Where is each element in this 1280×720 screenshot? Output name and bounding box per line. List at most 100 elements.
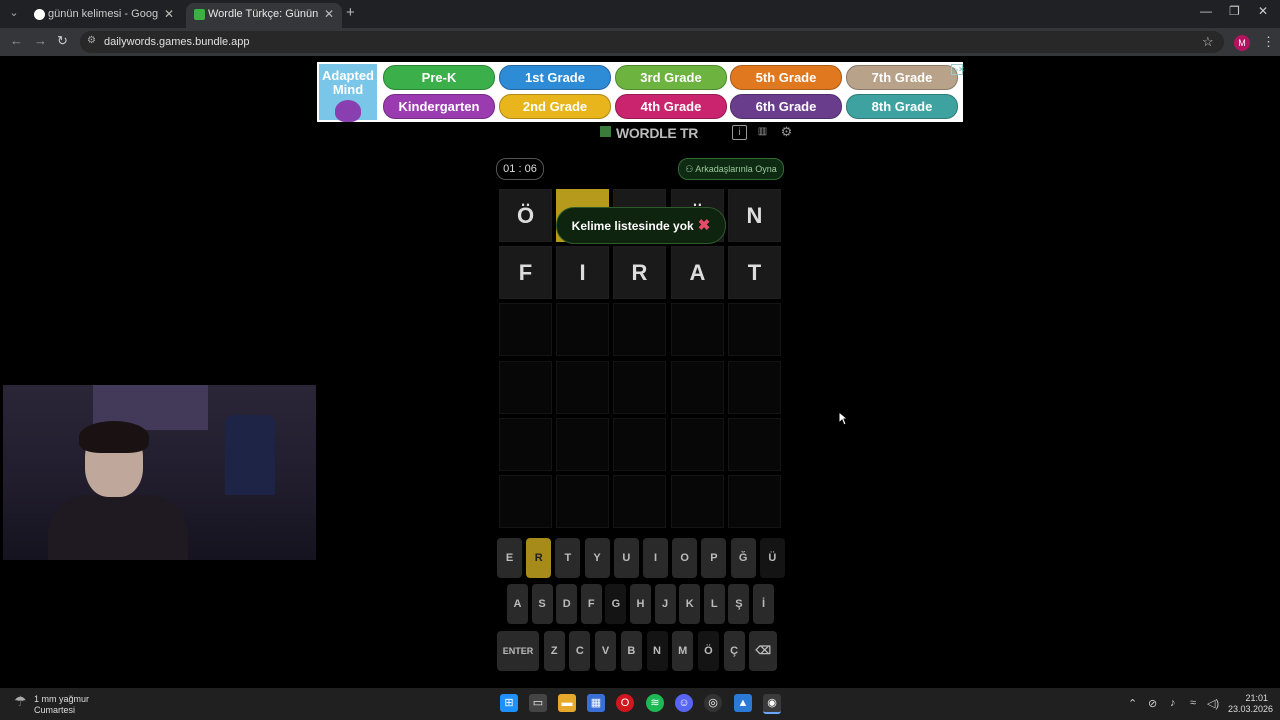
- letter-tile: [671, 475, 724, 528]
- letter-key[interactable]: O: [672, 538, 698, 578]
- letter-key[interactable]: U: [613, 538, 639, 578]
- tab-wordle[interactable]: Wordle Türkçe: Günün Kelimesi ✕: [186, 3, 342, 28]
- url-text[interactable]: dailywords.games.bundle.app: [104, 36, 250, 48]
- letter-key[interactable]: Z: [543, 631, 565, 671]
- webcam-hanging-shirt: [225, 415, 275, 495]
- grade-button[interactable]: 6th Grade: [730, 94, 842, 119]
- letter-key[interactable]: I: [643, 538, 668, 578]
- grade-button[interactable]: 2nd Grade: [499, 94, 611, 119]
- settings-gear-icon[interactable]: ⚙: [780, 125, 793, 138]
- letter-key[interactable]: H: [630, 584, 651, 624]
- file-explorer-icon[interactable]: ▬: [558, 694, 576, 712]
- grade-button[interactable]: Kindergarten: [383, 94, 495, 119]
- backspace-key[interactable]: ⌫: [749, 631, 778, 671]
- letter-key[interactable]: R: [526, 538, 552, 578]
- info-icon[interactable]: i: [732, 125, 747, 140]
- letter-key[interactable]: T: [555, 538, 581, 578]
- ad-logo-text: Adapted Mind: [322, 68, 374, 97]
- photos-icon[interactable]: ▲: [734, 694, 752, 712]
- letter-key[interactable]: F: [580, 584, 602, 624]
- grade-button[interactable]: 7th Grade: [846, 65, 958, 90]
- microsoft-store-icon[interactable]: ▦: [587, 694, 605, 712]
- address-bar[interactable]: [80, 31, 1224, 53]
- grade-button[interactable]: 1st Grade: [499, 65, 611, 90]
- letter-tile: [728, 303, 781, 356]
- letter-tile: [728, 418, 781, 471]
- letter-key[interactable]: E: [497, 538, 522, 578]
- letter-key[interactable]: Ş: [728, 584, 750, 624]
- grade-button[interactable]: Pre-K: [383, 65, 495, 90]
- close-tab-icon[interactable]: ✕: [164, 3, 174, 26]
- letter-key[interactable]: Ö: [697, 631, 719, 671]
- grade-button[interactable]: 3rd Grade: [615, 65, 727, 90]
- grade-button[interactable]: 5th Grade: [730, 65, 842, 90]
- site-info-icon[interactable]: ⚙: [87, 35, 97, 47]
- restore-icon[interactable]: ❐: [1229, 4, 1240, 18]
- system-clock[interactable]: 21:01 23.03.2026: [1228, 693, 1274, 715]
- letter-key[interactable]: M: [672, 631, 694, 671]
- steam-icon[interactable]: ◎: [704, 694, 722, 712]
- microphone-icon[interactable]: ♪: [1170, 697, 1176, 709]
- play-with-friends-button[interactable]: ⚇ Arkadaşlarınla Oyna: [678, 158, 784, 180]
- browser-menu-icon[interactable]: ⋮: [1262, 34, 1275, 50]
- ad-choices-icon[interactable]: ▷✕: [951, 64, 965, 75]
- grade-button[interactable]: 8th Grade: [846, 94, 958, 119]
- close-window-icon[interactable]: ✕: [1258, 4, 1268, 18]
- opera-icon[interactable]: O: [616, 694, 634, 712]
- windows-start-icon[interactable]: ⊞: [500, 694, 518, 712]
- weather-widget[interactable]: 1 mm yağmur Cumartesi: [34, 694, 89, 716]
- tab-search-icon[interactable]: ⌄: [6, 5, 22, 21]
- task-view-icon[interactable]: ▭: [529, 694, 547, 712]
- game-title: WORDLE TR: [616, 125, 699, 141]
- game-timer: 01 : 06: [496, 158, 544, 180]
- bookmark-star-icon[interactable]: ☆: [1202, 34, 1214, 50]
- back-icon[interactable]: ←: [10, 33, 23, 48]
- letter-key[interactable]: J: [654, 584, 676, 624]
- tab-google-search[interactable]: günün kelimesi - Google Search ✕: [26, 3, 182, 28]
- show-hidden-icons-icon[interactable]: ⌃: [1128, 697, 1137, 710]
- letter-key[interactable]: D: [556, 584, 578, 624]
- letter-key[interactable]: G: [605, 584, 627, 624]
- chrome-icon[interactable]: ◉: [763, 694, 781, 714]
- discord-icon[interactable]: ☺: [675, 694, 693, 712]
- letter-tile: [728, 361, 781, 414]
- close-tab-icon[interactable]: ✕: [324, 3, 334, 26]
- letter-key[interactable]: P: [701, 538, 727, 578]
- spotify-icon[interactable]: ≋: [646, 694, 664, 712]
- profile-avatar[interactable]: M: [1234, 35, 1250, 51]
- letter-key[interactable]: L: [703, 584, 725, 624]
- ad-logo[interactable]: Adapted Mind: [319, 64, 377, 122]
- letter-tile: N: [728, 189, 781, 242]
- clock-date: 23.03.2026: [1228, 704, 1274, 714]
- letter-key[interactable]: Ç: [723, 631, 745, 671]
- letter-key[interactable]: Ü: [759, 538, 785, 578]
- minimize-icon[interactable]: —: [1200, 4, 1212, 18]
- clock-time: 21:01: [1245, 693, 1268, 703]
- letter-key[interactable]: C: [569, 631, 591, 671]
- google-favicon-icon: [34, 9, 45, 20]
- weather-rain-icon[interactable]: ☂: [14, 693, 32, 711]
- forward-icon[interactable]: →: [34, 33, 47, 48]
- letter-key[interactable]: N: [646, 631, 668, 671]
- letter-key[interactable]: V: [595, 631, 617, 671]
- grade-button[interactable]: 4th Grade: [615, 94, 727, 119]
- volume-icon[interactable]: ◁): [1207, 697, 1219, 710]
- enter-key[interactable]: ENTER: [497, 631, 539, 671]
- stats-icon[interactable]: ▥: [756, 125, 769, 138]
- letter-tile: [613, 475, 666, 528]
- letter-key[interactable]: Ğ: [730, 538, 756, 578]
- letter-key[interactable]: İ: [753, 584, 774, 624]
- letter-key[interactable]: A: [507, 584, 528, 624]
- wordle-favicon-icon: [194, 9, 205, 20]
- letter-key[interactable]: B: [620, 631, 642, 671]
- reload-icon[interactable]: ↻: [57, 33, 68, 49]
- new-tab-icon[interactable]: +: [346, 4, 355, 21]
- letter-key[interactable]: Y: [584, 538, 610, 578]
- mouse-cursor-icon: [838, 411, 848, 426]
- network-off-icon[interactable]: ⊘: [1148, 697, 1157, 710]
- letter-key[interactable]: S: [531, 584, 553, 624]
- letter-tile: [613, 303, 666, 356]
- wifi-icon[interactable]: ≈: [1190, 697, 1196, 709]
- letter-key[interactable]: K: [679, 584, 701, 624]
- letter-tile: [613, 418, 666, 471]
